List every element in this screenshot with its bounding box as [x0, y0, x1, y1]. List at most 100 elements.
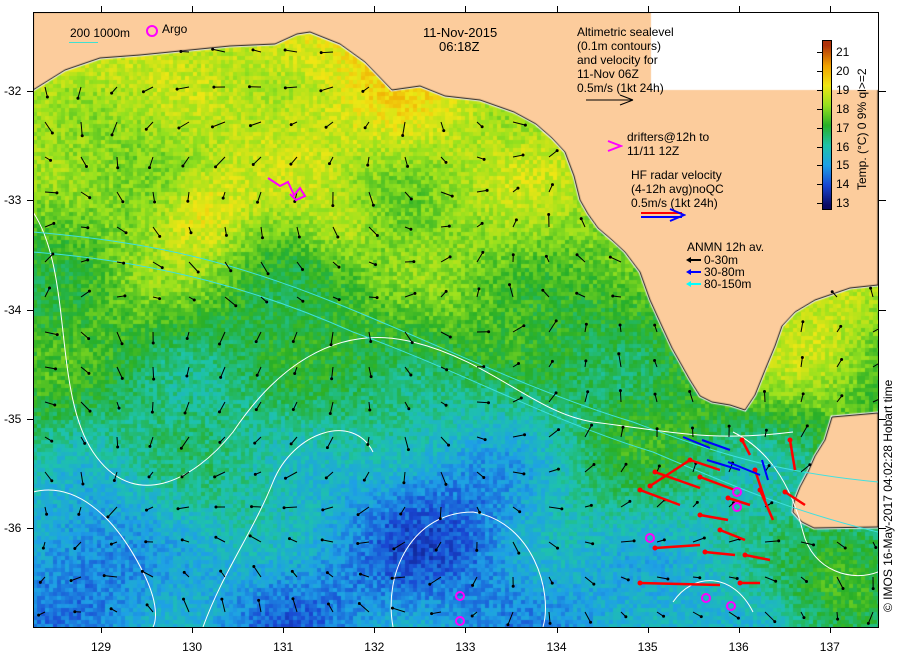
vector-head	[699, 615, 703, 619]
altimetry-velocity-vector	[214, 471, 226, 478]
vector-head	[514, 218, 518, 222]
y-tick-label: -36	[4, 521, 22, 536]
vector-head	[575, 291, 579, 295]
vector-head	[196, 270, 200, 274]
altimetry-velocity-vector	[257, 191, 262, 203]
vector-head	[695, 500, 699, 504]
sst-map[interactable]	[33, 12, 878, 627]
vector-head	[179, 446, 183, 450]
hf-radar-vector	[788, 439, 797, 471]
y-tick-label: -32	[4, 84, 22, 98]
altimetry-velocity-vector	[258, 600, 262, 613]
vector-head	[87, 371, 91, 375]
altimetry-velocity-vector	[188, 261, 199, 273]
anmn-title: ANMN 12h av.	[687, 240, 765, 254]
vector-head	[617, 352, 621, 356]
vector-head	[517, 362, 521, 366]
altimetry-velocity-vector	[618, 353, 622, 368]
vector-head	[592, 463, 596, 467]
vector-head	[371, 203, 375, 207]
y-tick	[27, 91, 33, 92]
vector-head	[871, 587, 875, 591]
vector-head	[628, 499, 632, 503]
altimetry-velocity-vector	[476, 401, 489, 404]
altimetry-velocity-vector	[116, 436, 119, 448]
vector-head	[361, 89, 365, 93]
vector-head	[773, 620, 777, 624]
hf-radar-vector	[740, 439, 752, 456]
altimetry-line: (0.1m contours)	[577, 39, 662, 53]
vector-head	[356, 541, 360, 545]
altimetry-velocity-vector	[260, 226, 263, 238]
vector-head	[483, 438, 487, 442]
altimetry-velocity-vector	[584, 576, 595, 585]
vector-head	[407, 407, 411, 411]
vector-head	[213, 475, 217, 479]
altimetry-velocity-vector	[764, 576, 776, 582]
vector-head	[301, 299, 305, 303]
x-tick	[465, 6, 467, 12]
altimetry-velocity-vector	[219, 331, 226, 345]
vector-head	[762, 389, 766, 393]
vector-head	[447, 443, 451, 447]
vector-head	[297, 235, 301, 239]
vector-head	[224, 233, 228, 237]
hf-radar-vector-head	[742, 552, 748, 558]
vector-head	[218, 342, 222, 346]
altimetry-velocity-vector	[80, 471, 84, 485]
altimetry-velocity-vector	[285, 86, 298, 89]
hf-radar-vector	[654, 470, 701, 490]
altimetry-velocity-vector	[111, 121, 118, 136]
vector-head	[556, 546, 560, 550]
altimetry-velocity-vector	[872, 328, 878, 333]
vector-head	[144, 127, 148, 131]
vector-head	[291, 339, 295, 343]
colorbar-tick	[817, 108, 822, 110]
altimetry-velocity-vector	[440, 256, 451, 263]
vector-head	[402, 481, 406, 485]
x-tick-label: 133	[455, 640, 476, 654]
altimetry-velocity-vector	[80, 331, 89, 339]
anmn-vector	[761, 459, 769, 481]
vector-head	[287, 537, 291, 541]
vector-head	[77, 512, 81, 516]
altimetry-velocity-vector	[476, 189, 488, 193]
vector-head	[176, 507, 180, 511]
vector-head	[579, 217, 583, 221]
vector-head	[736, 616, 740, 620]
altimetry-velocity-vector	[326, 436, 334, 448]
altimetry-velocity-vector	[149, 156, 154, 168]
vector-head	[556, 467, 560, 471]
x-tick	[374, 6, 376, 12]
y-tick	[27, 309, 33, 311]
vector-head	[812, 543, 816, 547]
vector-head	[611, 294, 615, 298]
x-tick-label: 129	[90, 640, 112, 654]
altimetry-velocity-vector	[331, 366, 334, 379]
vector-head	[324, 125, 328, 129]
hf-radar-vector-head	[782, 489, 788, 495]
y-tick	[878, 528, 886, 530]
vector-head	[290, 569, 294, 573]
vector-head	[45, 95, 49, 99]
x-tick	[647, 627, 649, 633]
map-overlay	[33, 47, 878, 627]
altimetry-velocity-vector	[584, 611, 591, 623]
y-tick	[878, 200, 886, 202]
hf-radar-vector-head	[737, 580, 743, 586]
vector-head	[214, 535, 218, 539]
altimetry-velocity-vector	[322, 539, 334, 543]
vector-head	[434, 548, 438, 552]
altimetry-velocity-vector	[80, 290, 90, 298]
colorbar-tick-label: 21	[836, 45, 850, 59]
vector-head	[179, 50, 183, 54]
vector-head	[592, 582, 596, 586]
altimetry-velocity-vector	[800, 464, 811, 473]
altimetry-velocity-vector	[620, 501, 631, 508]
vector-head	[87, 337, 91, 341]
vector-head	[266, 272, 270, 276]
vector-head	[219, 569, 223, 573]
altimetry-velocity-vector	[44, 86, 48, 98]
altimetry-velocity-vector	[359, 603, 370, 613]
altimetry-velocity-vector	[610, 256, 622, 263]
